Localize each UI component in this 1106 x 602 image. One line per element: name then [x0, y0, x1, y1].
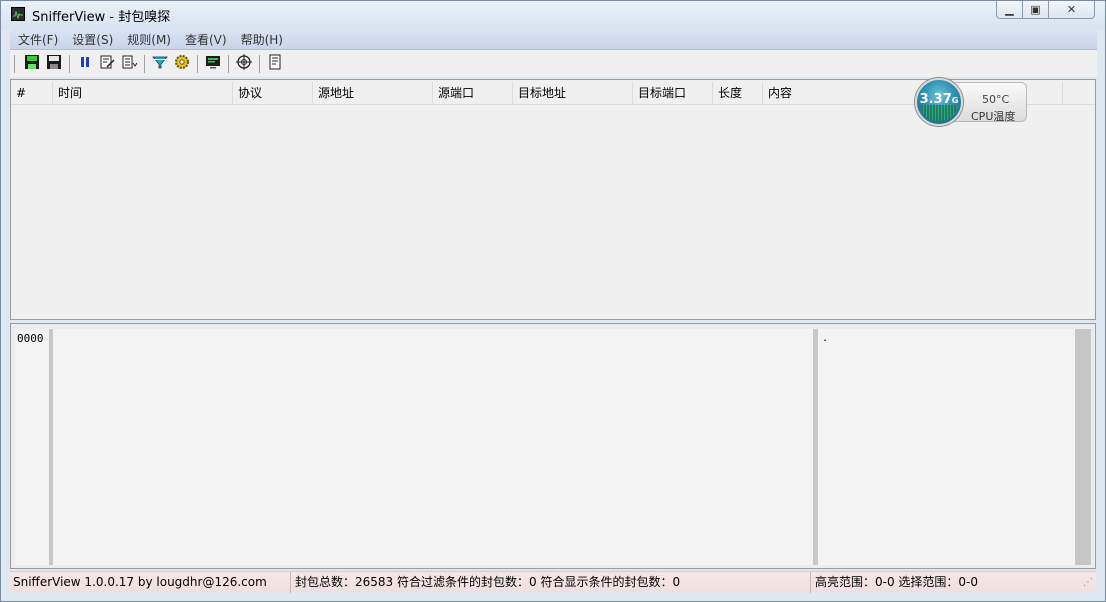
filter-button[interactable]: [149, 53, 171, 75]
window-title: SnifferView - 封包嗅探: [32, 10, 171, 25]
export-button[interactable]: [118, 53, 140, 75]
toolbar: [10, 50, 1097, 77]
column-length[interactable]: 长度: [713, 82, 763, 104]
cpu-temperature: 50°C: [982, 93, 1010, 106]
cpu-temperature-label: CPU温度: [971, 110, 1016, 123]
cpu-temperature-widget[interactable]: 50°C CPU温度 3.37G: [913, 78, 1029, 128]
title-bar[interactable]: SnifferView - 封包嗅探 ▁ ▣ ✕: [1, 1, 1105, 29]
close-button[interactable]: ✕: [1048, 1, 1095, 19]
menu-settings[interactable]: 设置(S): [65, 31, 120, 48]
hex-view-panel: 0000 .: [10, 323, 1096, 569]
target-button[interactable]: [233, 53, 255, 75]
cpu-frequency-gauge: 3.37G: [915, 78, 963, 126]
maximize-button[interactable]: ▣: [1022, 1, 1049, 19]
menu-help[interactable]: 帮助(H): [234, 31, 290, 48]
status-packet-counts: 封包总数：26583 符合过滤条件的封包数：0 符合显示条件的封包数：0: [291, 571, 811, 593]
monitor-button[interactable]: [202, 53, 224, 75]
pause-button[interactable]: [74, 53, 96, 75]
settings-button[interactable]: [171, 53, 193, 75]
menu-bar: 文件(F) 设置(S) 规则(M) 查看(V) 帮助(H): [10, 29, 1097, 50]
status-version: SnifferView 1.0.0.17 by lougdhr@126.com: [10, 571, 291, 593]
toolbar-separator: [197, 54, 198, 73]
start-capture-button[interactable]: [21, 53, 43, 75]
column-dest-port[interactable]: 目标端口: [633, 82, 713, 104]
filter-icon: [152, 54, 168, 73]
cpu-frequency: 3.37G: [919, 92, 959, 107]
target-icon: [236, 54, 252, 73]
hex-scrollbar[interactable]: [1075, 329, 1091, 565]
edit-rules-button[interactable]: [96, 53, 118, 75]
window-controls: ▁ ▣ ✕: [996, 1, 1095, 21]
toolbar-separator: [228, 54, 229, 73]
menu-view[interactable]: 查看(V): [178, 31, 234, 48]
export-icon: [121, 54, 138, 73]
app-icon[interactable]: [11, 7, 25, 21]
toolbar-separator: [259, 54, 260, 73]
column-source-port[interactable]: 源端口: [433, 82, 513, 104]
edit-rules-icon: [99, 54, 115, 73]
copy-icon: [267, 54, 283, 73]
save-icon: [46, 54, 62, 73]
column-index[interactable]: #: [11, 82, 53, 104]
toolbar-grip[interactable]: [14, 54, 17, 73]
hex-bytes-area[interactable]: [53, 329, 813, 565]
app-window: SnifferView - 封包嗅探 ▁ ▣ ✕ 文件(F) 设置(S) 规则(…: [0, 0, 1106, 602]
toolbar-separator: [69, 54, 70, 73]
minimize-button[interactable]: ▁: [996, 1, 1023, 19]
column-time[interactable]: 时间: [53, 82, 233, 104]
pause-icon: [78, 55, 92, 72]
column-source-address[interactable]: 源地址: [313, 82, 433, 104]
column-protocol[interactable]: 协议: [233, 82, 313, 104]
hex-offset-column: 0000: [15, 329, 49, 565]
menu-file[interactable]: 文件(F): [10, 31, 65, 48]
monitor-icon: [205, 54, 221, 73]
hex-ascii-area[interactable]: .: [818, 329, 1075, 565]
resize-grip[interactable]: ⋰: [1081, 577, 1096, 588]
column-dest-address[interactable]: 目标地址: [513, 82, 633, 104]
status-ranges: 高亮范围：0-0 选择范围：0-0: [815, 574, 979, 589]
toolbar-separator: [144, 54, 145, 73]
status-bar: SnifferView 1.0.0.17 by lougdhr@126.com …: [10, 571, 1096, 593]
start-capture-icon: [24, 54, 40, 73]
menu-rules[interactable]: 规则(M): [120, 31, 178, 48]
copy-button[interactable]: [264, 53, 286, 75]
settings-gear-icon: [174, 54, 190, 73]
save-button[interactable]: [43, 53, 65, 75]
cpu-load-bars: [921, 105, 957, 121]
